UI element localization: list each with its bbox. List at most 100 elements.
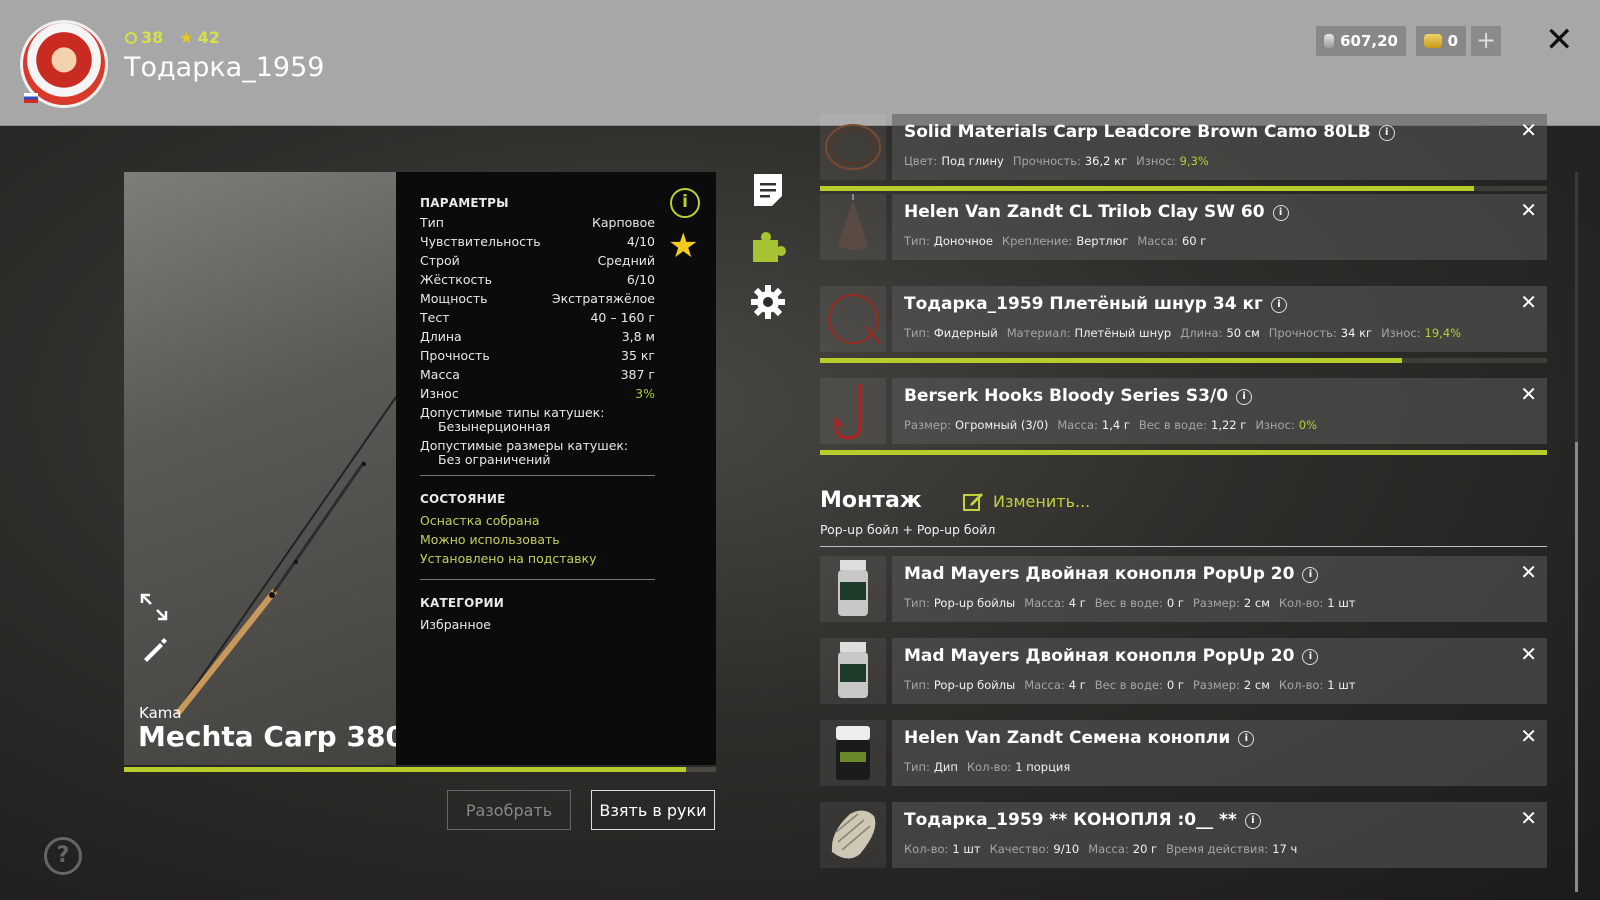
- param-row: Тест 40 – 160 г: [420, 310, 655, 325]
- remove-icon[interactable]: ✕: [1520, 198, 1537, 222]
- info-icon[interactable]: i: [1244, 813, 1261, 829]
- edit-name-icon[interactable]: [138, 633, 170, 665]
- prop-key: Вес в воде:: [1094, 678, 1163, 692]
- prop-key: Материал:: [1006, 326, 1071, 340]
- puzzle-icon[interactable]: [750, 228, 786, 264]
- prop-key: Кол-во:: [1278, 596, 1324, 610]
- item-title: Mad Mayers Двойная конопля PopUp 20 i: [904, 646, 1319, 666]
- gear-icon[interactable]: [750, 284, 786, 320]
- prop-value: 9,3%: [1179, 154, 1209, 168]
- prop-value: Под глину: [941, 154, 1004, 168]
- item-title: Solid Materials Carp Leadcore Brown Camo…: [904, 122, 1395, 142]
- scrollbar[interactable]: [1575, 172, 1578, 892]
- dip-jar-thumbnail: [820, 720, 886, 786]
- wear-bar: [820, 358, 1547, 363]
- rod-image: [176, 396, 396, 715]
- prop-value: 1 шт: [1327, 596, 1356, 610]
- help-icon[interactable]: ?: [44, 837, 82, 875]
- favorite-star-icon[interactable]: ★: [668, 226, 698, 266]
- bait-item[interactable]: Mad Mayers Двойная конопля PopUp 20 i Тип…: [820, 556, 1547, 622]
- disassemble-button[interactable]: Разобрать: [447, 790, 571, 830]
- item-title: Тодарка_1959 ** КОНОПЛЯ :0__ ** i: [904, 810, 1261, 830]
- prop-value: Дип: [933, 760, 958, 774]
- tackle-item-leadcore[interactable]: Solid Materials Carp Leadcore Brown Camo…: [820, 114, 1547, 180]
- prop-key: Масса:: [1137, 234, 1178, 248]
- remove-icon[interactable]: ✕: [1520, 290, 1537, 314]
- prop-key: Длина:: [1180, 326, 1223, 340]
- state-title: СОСТОЯНИЕ: [420, 492, 506, 506]
- item-title: Тодарка_1959 Плетёный шнур 34 кг i: [904, 294, 1287, 314]
- profile-header: 38 ★ 42 Тодарка_1959 607,20 0 + ✕: [0, 0, 1600, 126]
- wear-fill: [820, 450, 1547, 455]
- tackle-item-leader[interactable]: Тодарка_1959 Плетёный шнур 34 кг i Тип: Фи…: [820, 286, 1547, 352]
- rod-preview: [124, 172, 396, 765]
- param-row: Мощность Экстратяжёлое: [420, 291, 655, 306]
- item-title: Helen Van Zandt Семена конопли i: [904, 728, 1255, 748]
- prop-key: Тип:: [904, 678, 930, 692]
- prop-value: 1,4 г: [1101, 418, 1130, 432]
- prop-key: Время действия:: [1166, 842, 1269, 856]
- divider: [820, 546, 1547, 547]
- info-icon[interactable]: i: [1302, 649, 1319, 665]
- leadcore-thumbnail: [820, 114, 886, 180]
- item-props: Тип: Pop-up бойлы Масса: 4 г Вес в воде: 0 г Р…: [904, 678, 1364, 692]
- item-title: Berserk Hooks Bloody Series S3/0 i: [904, 386, 1253, 406]
- gold-coin-icon: [1424, 34, 1442, 48]
- bait-item[interactable]: Mad Mayers Двойная конопля PopUp 20 i Тип…: [820, 638, 1547, 704]
- param-row: Масса 387 г: [420, 367, 655, 382]
- prop-key: Цвет:: [904, 154, 938, 168]
- remove-icon[interactable]: ✕: [1520, 642, 1537, 666]
- tackle-item-sinker[interactable]: Helen Van Zandt CL Trilob Clay SW 60 i Ти…: [820, 194, 1547, 260]
- prop-key: Прочность:: [1012, 154, 1081, 168]
- prop-key: Тип:: [904, 234, 930, 248]
- prop-key: Тип:: [904, 596, 930, 610]
- remove-icon[interactable]: ✕: [1520, 724, 1537, 748]
- take-in-hands-button[interactable]: Взять в руки: [591, 790, 715, 830]
- pva-bag-item[interactable]: Тодарка_1959 ** КОНОПЛЯ :0__ ** i Кол-во:…: [820, 802, 1547, 868]
- remove-icon[interactable]: ✕: [1520, 118, 1537, 142]
- prop-key: Тип:: [904, 326, 930, 340]
- prop-key: Масса:: [1024, 596, 1065, 610]
- tackle-item-hook[interactable]: Berserk Hooks Bloody Series S3/0 i Размер…: [820, 378, 1547, 444]
- info-icon[interactable]: i: [1236, 389, 1253, 405]
- remove-icon[interactable]: ✕: [1520, 382, 1537, 406]
- scrollbar-thumb[interactable]: [1575, 442, 1578, 892]
- prop-key: Качество:: [989, 842, 1050, 856]
- info-icon[interactable]: i: [1270, 297, 1287, 313]
- prop-value: 4 г: [1068, 596, 1086, 610]
- username: Тодарка_1959: [124, 52, 325, 83]
- item-props: Цвет: Под глину Прочность: 36,2 кг Износ: 9,3…: [904, 154, 1218, 168]
- info-icon[interactable]: i: [670, 188, 700, 218]
- leader-thumbnail: [820, 286, 886, 352]
- param-row: Износ 3%: [420, 386, 655, 401]
- edit-icon: [963, 493, 983, 511]
- close-icon[interactable]: ✕: [1545, 22, 1574, 58]
- edit-montage-link[interactable]: Изменить...: [963, 490, 1090, 512]
- info-icon[interactable]: i: [1272, 205, 1289, 221]
- info-icon[interactable]: i: [1238, 731, 1255, 747]
- prop-value: 60 г: [1181, 234, 1207, 248]
- wear-bar: [820, 450, 1547, 455]
- item-props: Тип: Фидерный Материал: Плетёный шнур Длина:…: [904, 326, 1470, 340]
- info-icon[interactable]: i: [1302, 567, 1319, 583]
- montage-title: Монтаж: [820, 488, 922, 513]
- prop-value: 0%: [1298, 418, 1318, 432]
- gold-balance: 0: [1416, 26, 1466, 56]
- expand-icon[interactable]: [138, 591, 170, 623]
- prop-value: 0 г: [1166, 596, 1184, 610]
- add-gold-button[interactable]: +: [1471, 26, 1501, 56]
- prop-value: 0 г: [1166, 678, 1184, 692]
- prop-value: 2 см: [1243, 678, 1270, 692]
- remove-icon[interactable]: ✕: [1520, 806, 1537, 830]
- document-icon[interactable]: [750, 172, 786, 208]
- rod-condition-fill: [124, 767, 687, 772]
- prop-key: Вес в воде:: [1138, 418, 1207, 432]
- state-item: Установлено на подставку: [420, 551, 597, 566]
- dip-item[interactable]: Helen Van Zandt Семена конопли i Тип: Дип К…: [820, 720, 1547, 786]
- info-icon[interactable]: i: [1378, 125, 1395, 141]
- flag-icon: [24, 93, 38, 103]
- wear-fill: [820, 186, 1475, 191]
- sinker-thumbnail: [820, 194, 886, 260]
- prop-value: Вертлюг: [1076, 234, 1129, 248]
- remove-icon[interactable]: ✕: [1520, 560, 1537, 584]
